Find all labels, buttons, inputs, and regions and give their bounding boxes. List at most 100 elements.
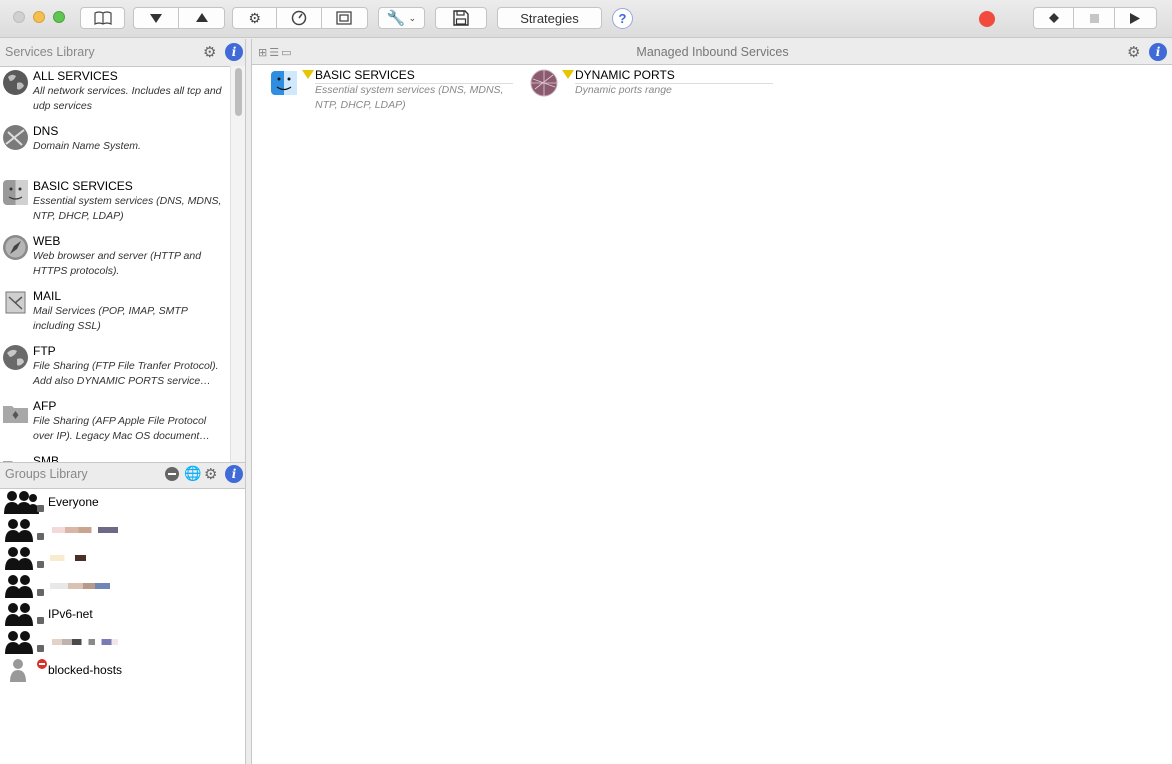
play-button[interactable] [1115,8,1156,28]
wrench-menu-button[interactable]: 🔧 ⌄ [378,7,425,29]
move-segment [133,7,225,29]
lock-icon [37,645,44,652]
redacted-text [50,583,110,589]
service-description: File Sharing (AFP Apple File Protocol ov… [33,415,210,442]
strategies-button[interactable]: Strategies [497,7,602,29]
move-down-button[interactable] [134,8,180,28]
save-button[interactable] [435,7,487,29]
globe-icon[interactable]: 🌐 [184,465,201,482]
move-up-button[interactable] [179,8,224,28]
managed-services-header: ⊞☰▭ Managed Inbound Services ⚙ i [252,39,1172,65]
list-item[interactable]: ALL SERVICES All network services. Inclu… [0,67,230,122]
group-users-icon [4,491,39,514]
window-button[interactable] [322,8,367,28]
service-description: File Sharing (FTP File Tranfer Protocol)… [33,360,219,387]
managed-services-title: Managed Inbound Services [636,45,789,59]
lock-icon [37,533,44,540]
floppy-disk-icon [453,10,469,26]
service-name: ALL SERVICES [33,69,118,83]
lock-icon [37,561,44,568]
tile-name: DYNAMIC PORTS [575,68,675,82]
blocked-badge-icon [37,659,47,669]
gear-icon[interactable]: ⚙ [204,465,217,483]
library-button[interactable] [80,7,125,29]
minimize-window-button[interactable] [33,11,45,23]
globe-icon [3,70,28,95]
gear-icon[interactable]: ⚙ [203,43,216,61]
services-scrollbar[interactable] [230,66,245,462]
group-name: blocked-hosts [48,663,123,677]
managed-service-tile[interactable]: BASIC SERVICES Essential system services… [252,67,513,117]
list-item[interactable] [0,517,245,545]
list-item[interactable]: Everyone [0,489,245,517]
service-name: SMB [33,454,60,463]
stop-button[interactable] [1074,8,1115,28]
lock-icon [37,617,44,624]
service-description: Domain Name System. [33,140,141,152]
info-icon[interactable]: i [1149,43,1167,61]
playback-segment [1033,7,1157,29]
list-item[interactable] [0,629,245,657]
tools-segment: ⚙ [232,7,368,29]
play-icon [1130,12,1141,24]
gear-icon[interactable]: ⚙ [1127,43,1140,61]
list-item[interactable]: blocked-hosts [0,657,245,685]
list-item[interactable]: BASIC SERVICES Essential system services… [0,177,230,232]
list-item[interactable]: SMB [0,452,230,463]
stop-icon [1089,13,1099,23]
service-description: Web browser and server (HTTP and HTTPS p… [33,250,202,277]
services-list: ALL SERVICES All network services. Inclu… [0,66,245,463]
managed-services-panel: ⊞☰▭ Managed Inbound Services ⚙ i BASIC S… [251,39,1172,764]
triangle-down-icon [150,14,162,23]
tile-description: Essential system services (DNS, MDNS, NT… [315,84,504,111]
monitor-button[interactable] [277,8,322,28]
service-description: Essential system services (DNS, MDNS, NT… [33,195,222,222]
service-name: DNS [33,124,59,138]
list-item[interactable]: AFP File Sharing (AFP Apple File Protoco… [0,397,230,452]
tile-description: Dynamic ports range [575,84,672,96]
redacted-text [50,555,86,561]
folder-icon [3,406,28,423]
finder-icon [3,180,28,205]
list-item[interactable]: IPv6-net [0,601,245,629]
list-item[interactable]: FTP File Sharing (FTP File Tranfer Proto… [0,342,230,397]
folder-icon [3,461,13,462]
zoom-window-button[interactable] [53,11,65,23]
groups-list: Everyone IPv6-net blocked-hosts [0,488,245,764]
lock-icon [37,589,44,596]
group-name: Everyone [48,495,99,509]
user-icon [10,659,26,682]
info-icon[interactable]: i [225,43,243,61]
service-name: FTP [33,344,56,358]
list-item[interactable] [0,573,245,601]
group-users-icon [5,631,33,654]
chevron-down-icon: ⌄ [408,12,417,23]
managed-service-tile[interactable]: DYNAMIC PORTS Dynamic ports range [512,67,773,117]
list-item[interactable] [0,545,245,573]
triangle-up-icon [195,13,208,22]
settings-button[interactable]: ⚙ [233,8,278,28]
gears-icon: ⚙ [248,9,261,26]
warning-icon [562,70,574,79]
help-button[interactable]: ? [612,8,633,29]
group-users-icon [5,603,33,626]
globe-icon [3,345,28,370]
list-item[interactable]: DNS Domain Name System. [0,122,230,177]
remove-circle-icon[interactable] [165,467,179,481]
window-icon [336,11,352,25]
info-icon[interactable]: i [225,465,243,483]
close-window-button[interactable] [13,11,25,23]
wrench-icon: 🔧 [386,10,406,27]
scroll-thumb[interactable] [235,68,242,116]
list-item[interactable]: MAIL Mail Services (POP, IMAP, SMTP incl… [0,287,230,342]
service-description: Mail Services (POP, IMAP, SMTP including… [33,305,188,332]
marker-button[interactable] [1034,8,1075,28]
network-sphere-icon [530,69,558,97]
services-library-title: Services Library [5,45,95,59]
warning-icon [302,70,314,79]
record-indicator [979,11,995,27]
list-item[interactable]: WEB Web browser and server (HTTP and HTT… [0,232,230,287]
group-users-icon [5,547,33,570]
lock-icon [37,505,44,512]
group-name: IPv6-net [48,607,93,621]
